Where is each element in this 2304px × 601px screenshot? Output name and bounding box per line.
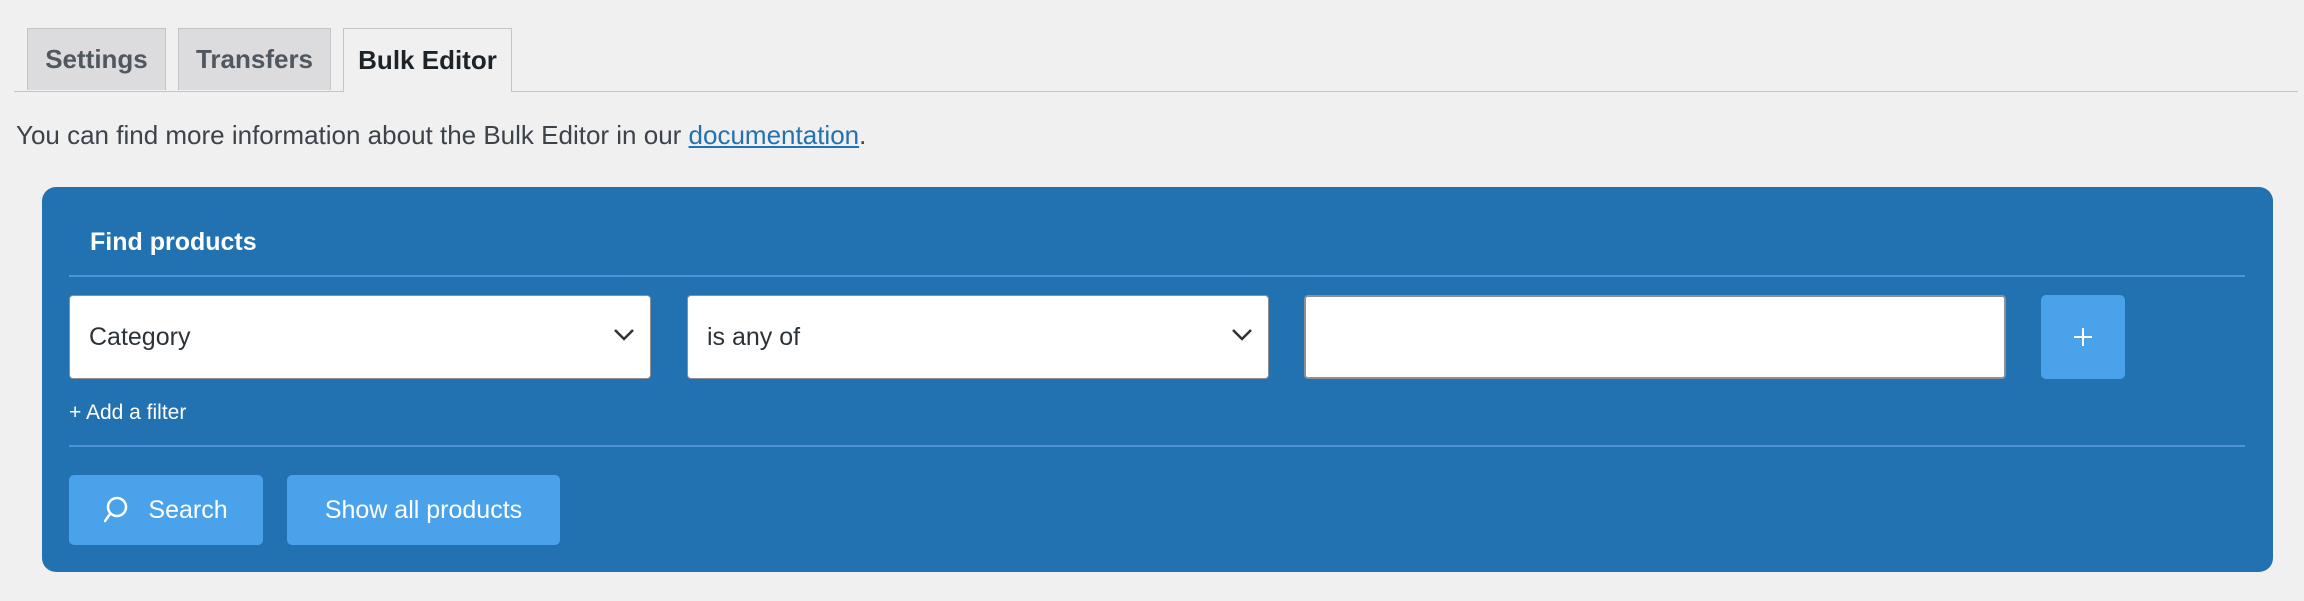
tab-bar: Settings Transfers Bulk Editor [14, 0, 2298, 92]
filter-operator-select[interactable]: is any of [687, 295, 1269, 379]
panel-divider-bottom [69, 445, 2245, 447]
show-all-products-button[interactable]: Show all products [287, 475, 560, 545]
panel-title: Find products [90, 228, 257, 256]
plus-icon [2074, 328, 2092, 346]
chevron-down-icon [1232, 329, 1252, 341]
chevron-down-icon [614, 329, 634, 341]
filter-operator-value: is any of [707, 322, 801, 351]
show-all-products-label: Show all products [324, 495, 523, 524]
tab-bulk-editor[interactable]: Bulk Editor [343, 28, 512, 92]
find-products-panel: Find products Category is any of + Add a… [42, 187, 2273, 572]
tab-settings[interactable]: Settings [27, 28, 166, 90]
info-suffix: . [859, 120, 867, 150]
info-prefix: You can find more information about the … [16, 120, 689, 150]
info-text: You can find more information about the … [16, 120, 866, 151]
add-filter-link[interactable]: + Add a filter [69, 401, 186, 425]
panel-divider-top [69, 275, 2245, 277]
documentation-link[interactable]: documentation [689, 120, 860, 150]
search-button-label: Search [148, 495, 228, 524]
filter-field-select[interactable]: Category [69, 295, 651, 379]
filter-value-input[interactable] [1304, 295, 2006, 379]
search-icon [104, 496, 128, 523]
filter-field-value: Category [89, 322, 191, 351]
search-button[interactable]: Search [69, 475, 263, 545]
add-filter-row-button[interactable] [2041, 295, 2125, 379]
tab-transfers[interactable]: Transfers [178, 28, 331, 90]
